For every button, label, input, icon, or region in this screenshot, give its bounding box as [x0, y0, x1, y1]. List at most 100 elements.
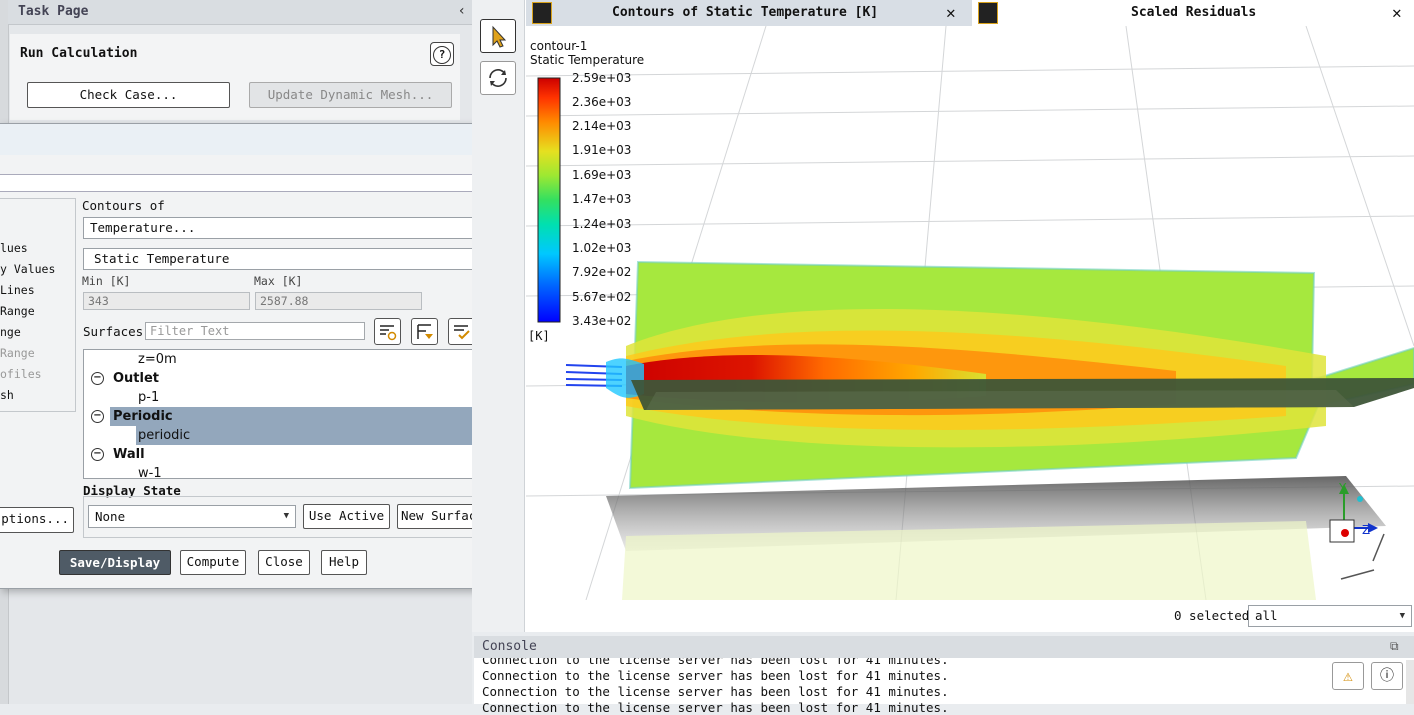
option-item[interactable]: Range	[0, 346, 35, 360]
axis-z-label: Z	[1362, 523, 1371, 537]
min-field[interactable]: 343	[83, 292, 250, 310]
max-label: Max [K]	[254, 274, 303, 288]
list-gear-icon	[380, 325, 397, 341]
axis-y-label: Y	[1339, 481, 1347, 495]
fluent-logo-icon	[532, 2, 552, 24]
collapse-icon[interactable]: −	[91, 448, 104, 461]
option-item[interactable]: lues	[0, 241, 28, 255]
selection-filter-dropdown[interactable]: all ▼	[1248, 605, 1412, 627]
colorbar	[537, 77, 561, 323]
pointer-icon	[492, 25, 507, 48]
colorbar-unit: [K]	[528, 329, 550, 343]
maximize-icon[interactable]: ⧉	[1390, 639, 1399, 654]
display-state-dropdown[interactable]: None ▼	[88, 505, 296, 528]
close-icon[interactable]: ✕	[946, 3, 956, 22]
list-group-outlet[interactable]: − Outlet	[84, 369, 496, 388]
console-line: Connection to the license server has bee…	[482, 668, 949, 683]
colorbar-tick: 1.02e+03	[572, 241, 632, 255]
info-button[interactable]: ⓘ	[1371, 662, 1403, 690]
close-button[interactable]: Close	[258, 550, 310, 575]
contour-scene	[526, 26, 1414, 600]
contours-of-value: Temperature...	[90, 220, 196, 235]
check-list-icon	[454, 325, 470, 340]
options-group: lues y Values Lines Range nge Range ofil…	[0, 198, 76, 412]
list-group-periodic[interactable]: − Periodic	[84, 407, 496, 426]
chevron-down-icon: ▼	[283, 511, 289, 521]
help-button[interactable]: ?	[430, 42, 454, 66]
option-item[interactable]: Lines	[0, 283, 35, 297]
max-field[interactable]: 2587.88	[255, 292, 422, 310]
tab-contours[interactable]: Contours of Static Temperature [K] ✕	[526, 0, 972, 26]
selected-count: 0 selected	[1174, 608, 1250, 623]
dialog-title-bar	[0, 124, 518, 155]
info-icon: ⓘ	[1380, 668, 1394, 684]
collapse-icon[interactable]: −	[91, 372, 104, 385]
collapse-icon[interactable]: −	[91, 410, 104, 423]
compute-button[interactable]: Compute	[180, 550, 246, 575]
update-dynamic-mesh-button[interactable]: Update Dynamic Mesh...	[249, 82, 452, 108]
list-item[interactable]: z=0m	[84, 350, 496, 369]
warning-button[interactable]: ⚠	[1332, 662, 1364, 690]
colorbar-tick: 3.43e+02	[572, 314, 632, 328]
colorbar-tick: 1.24e+03	[572, 217, 632, 231]
option-item[interactable]: ofiles	[0, 367, 42, 381]
contours-subtype-dropdown[interactable]: Static Temperature ▼	[83, 248, 513, 270]
colorbar-tick: 2.36e+03	[572, 95, 632, 109]
option-item[interactable]: nge	[0, 325, 21, 339]
contours-of-dropdown[interactable]: Temperature... ▼	[83, 217, 513, 239]
filter-text-input[interactable]: Filter Text	[145, 322, 365, 340]
option-item[interactable]: sh	[0, 388, 14, 402]
colorbar-tick: 1.47e+03	[572, 192, 632, 206]
surfaces-label: Surfaces	[83, 324, 144, 339]
filter-icon	[417, 324, 433, 339]
list-item-selected[interactable]: periodic	[136, 426, 496, 445]
tab-residuals-title: Scaled Residuals	[1131, 5, 1257, 20]
options-button[interactable]: ptions...	[0, 507, 74, 533]
select-tool-button[interactable]	[480, 19, 516, 53]
collapse-icon[interactable]: ‹	[458, 3, 466, 19]
new-surface-group-button[interactable]	[374, 318, 401, 345]
save-display-button[interactable]: Save/Display	[59, 550, 171, 575]
run-calculation-title: Run Calculation	[20, 46, 138, 61]
fluent-logo-icon	[978, 2, 998, 24]
list-group-wall[interactable]: − Wall	[84, 445, 496, 464]
colorbar-tick: 1.69e+03	[572, 168, 632, 182]
chevron-down-icon: ▼	[1399, 611, 1405, 621]
tab-scaled-residuals[interactable]: Scaled Residuals ✕	[972, 0, 1414, 26]
select-all-surfaces-button[interactable]	[448, 318, 475, 345]
surfaces-list[interactable]: z=0m − Outlet p-1 − Periodic periodic − Wal…	[83, 349, 513, 479]
contour-name: contour-1	[530, 39, 588, 53]
check-case-button[interactable]: Check Case...	[27, 82, 230, 108]
option-item[interactable]: Range	[0, 304, 35, 318]
filter-surfaces-button[interactable]	[411, 318, 438, 345]
graphics-viewport[interactable]: contour-1 Static Temperature 2.59e+03 2.…	[526, 26, 1414, 600]
contours-dialog: ✕ lues y Values Lines Range nge Range of…	[0, 123, 519, 589]
list-item[interactable]: p-1	[84, 388, 496, 407]
min-label: Min [K]	[82, 274, 131, 288]
colorbar-tick: 1.91e+03	[572, 143, 632, 157]
task-page-title: Task Page	[18, 4, 89, 19]
use-active-button[interactable]: Use Active	[303, 504, 390, 529]
option-item[interactable]: y Values	[0, 262, 55, 276]
rotate-icon	[489, 69, 507, 87]
rotate-tool-button[interactable]	[480, 61, 516, 95]
console-scrollbar[interactable]	[1406, 660, 1414, 704]
colorbar-title: Static Temperature	[530, 53, 645, 67]
help-button[interactable]: Help	[321, 550, 367, 575]
close-icon[interactable]: ✕	[1392, 3, 1402, 22]
tab-contours-title: Contours of Static Temperature [K]	[612, 5, 879, 20]
console-title: Console	[482, 639, 537, 654]
graphics-toolbar	[472, 0, 525, 632]
selection-filter-value: all	[1255, 608, 1278, 623]
contours-subtype-value: Static Temperature	[94, 251, 230, 266]
console-line: Connection to the license server has bee…	[482, 700, 949, 715]
list-item[interactable]: w-1	[84, 464, 496, 478]
warning-icon: ⚠	[1343, 666, 1353, 685]
colorbar-tick: 2.59e+03	[572, 71, 632, 85]
contours-of-label: Contours of	[82, 198, 165, 213]
console-line: Connection to the license server has bee…	[482, 684, 949, 699]
question-icon: ?	[433, 46, 451, 64]
run-calculation-panel: Run Calculation ? Check Case... Update D…	[10, 34, 460, 120]
display-state-value: None	[95, 509, 126, 524]
contour-name-input[interactable]	[0, 174, 514, 192]
